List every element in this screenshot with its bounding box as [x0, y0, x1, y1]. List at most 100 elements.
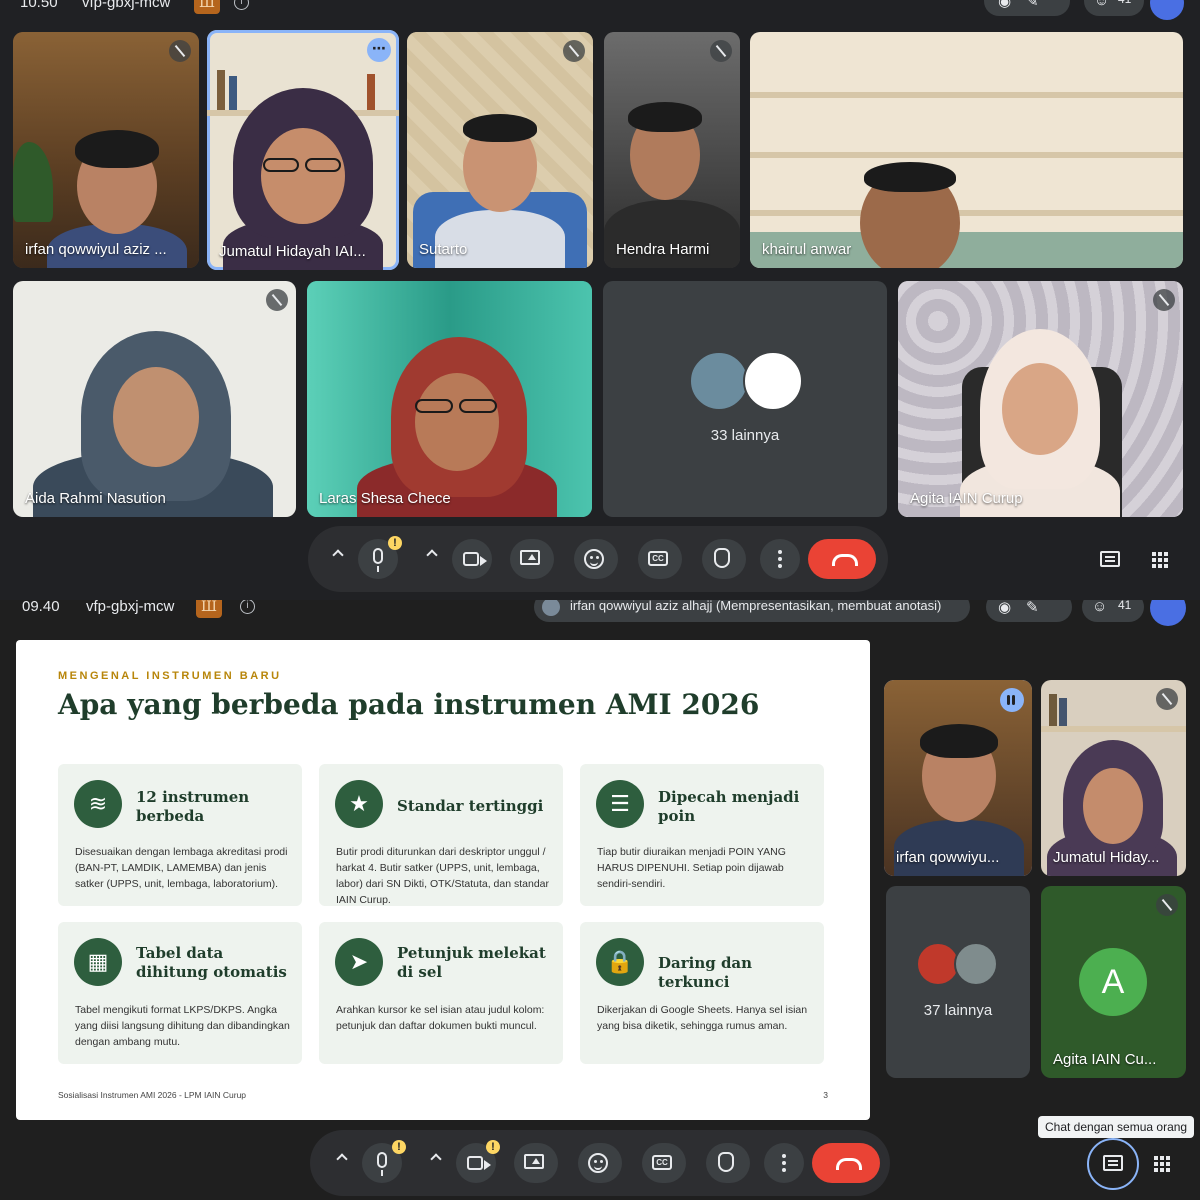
book-decor — [1059, 698, 1067, 726]
chat-button[interactable] — [1092, 542, 1128, 578]
cursor-icon: ➤ — [335, 938, 383, 986]
camera-button[interactable] — [452, 539, 492, 579]
apps-grid-icon — [1152, 552, 1156, 556]
audio-options-chevron-icon[interactable] — [332, 549, 344, 561]
recording-annotate-pill[interactable]: ◉ ✎ — [984, 0, 1070, 16]
muted-mic-icon — [1153, 289, 1175, 311]
present-icon — [520, 550, 540, 565]
captions-button[interactable]: CC — [642, 1143, 686, 1183]
participants-pill[interactable]: ☺ 41 — [1082, 600, 1144, 622]
participant-tile[interactable]: Sutarto — [407, 32, 593, 268]
captions-button[interactable]: CC — [638, 539, 682, 579]
present-screen-button[interactable] — [510, 539, 554, 579]
more-vert-icon — [782, 1154, 786, 1158]
end-call-button[interactable] — [812, 1143, 880, 1183]
more-participants-tile[interactable]: 33 lainnya — [603, 281, 887, 517]
top-meeting-screenshot: 10.50 vfp-gbxj-mcw Ш i ◉ ✎ ☺ 41 irfan qo… — [0, 0, 1200, 600]
book-decor — [367, 74, 375, 110]
participant-name: khairul anwar — [762, 241, 852, 258]
participant-tile[interactable]: A Agita IAIN Cu... — [1041, 886, 1186, 1078]
feature-card: ➤ Petunjuk melekat di sel Arahkan kursor… — [319, 922, 563, 1064]
bookshelf-decor — [1041, 726, 1186, 732]
chat-tooltip: Chat dengan semua orang — [1038, 1116, 1195, 1138]
participant-name: irfan qowwiyul aziz ... — [25, 241, 167, 258]
muted-mic-icon — [1156, 894, 1178, 916]
participant-name: Agita IAIN Curup — [910, 490, 1023, 507]
pen-fab-icon[interactable] — [1150, 0, 1184, 20]
microphone-icon — [373, 548, 383, 572]
presenter-status: irfan qowwiyul aziz alhajj (Mempresentas… — [570, 600, 942, 613]
more-options-button[interactable] — [764, 1143, 804, 1183]
more-participants-tile[interactable]: 37 lainnya — [886, 886, 1030, 1078]
raise-hand-button[interactable] — [702, 539, 746, 579]
presenter-avatar — [542, 600, 560, 616]
participant-tile[interactable]: Aida Rahmi Nasution — [13, 281, 296, 517]
slide-eyebrow: MENGENAL INSTRUMEN BARU — [58, 670, 282, 682]
participant-tile[interactable]: Hendra Harmi — [604, 32, 740, 268]
pen-fab-icon[interactable] — [1150, 600, 1186, 626]
meeting-controls: ! CC — [308, 526, 888, 592]
end-call-button[interactable] — [808, 539, 876, 579]
participant-name: Laras Shesa Chece — [319, 490, 451, 507]
participant-name: Jumatul Hidayah IAI... — [219, 243, 366, 260]
book-decor — [1049, 694, 1057, 726]
video-options-chevron-icon[interactable] — [430, 1153, 442, 1165]
apps-grid-icon — [1154, 1156, 1158, 1160]
more-participants-label: 33 lainnya — [710, 427, 780, 444]
participant-tile[interactable]: Laras Shesa Chece — [307, 281, 592, 517]
card-title: Petunjuk melekat di sel — [397, 944, 546, 981]
meeting-code: vfp-gbxj-mcw — [82, 0, 171, 11]
present-screen-button[interactable] — [514, 1143, 558, 1183]
captions-icon: CC — [652, 1155, 672, 1170]
lock-icon: 🔒 — [596, 938, 644, 986]
activities-button[interactable] — [1144, 1146, 1180, 1182]
feature-card: ☰ Dipecah menjadi poin Tiap butir diurai… — [580, 764, 824, 906]
info-icon[interactable]: i — [240, 600, 255, 614]
participant-tile[interactable]: Jumatul Hiday... — [1041, 680, 1186, 876]
muted-mic-icon — [1156, 688, 1178, 710]
info-icon[interactable]: i — [234, 0, 249, 10]
participant-tile[interactable]: Jumatul Hidayah IAI... ⋯ — [207, 30, 399, 270]
participant-tile[interactable]: irfan qowwiyu... — [884, 680, 1032, 876]
participant-name: Jumatul Hiday... — [1053, 849, 1160, 866]
participant-tile[interactable]: khairul anwar — [750, 32, 1183, 268]
participants-pill[interactable]: ☺ 41 — [1084, 0, 1144, 16]
participant-name: Agita IAIN Cu... — [1053, 1051, 1157, 1068]
meeting-code: vfp-gbxj-mcw — [86, 600, 175, 615]
avatar — [954, 942, 998, 986]
emoji-icon — [584, 549, 604, 569]
camera-icon — [463, 552, 487, 566]
recording-annotate-pill[interactable]: ◉ ✎ — [986, 600, 1072, 622]
reactions-button[interactable] — [574, 539, 618, 579]
bookshelf-decor — [750, 92, 1183, 98]
muted-mic-icon — [710, 40, 732, 62]
raise-hand-button[interactable] — [706, 1143, 750, 1183]
participant-name: irfan qowwiyu... — [896, 849, 1000, 866]
host-badge: Ш — [196, 600, 222, 618]
presenter-status-pill: irfan qowwiyul aziz alhajj (Mempresentas… — [534, 600, 970, 622]
reactions-button[interactable] — [578, 1143, 622, 1183]
video-options-chevron-icon[interactable] — [426, 549, 438, 561]
muted-mic-icon — [266, 289, 288, 311]
people-icon: ☺ — [1092, 600, 1108, 615]
more-options-icon[interactable]: ⋯ — [367, 38, 391, 62]
activities-button[interactable] — [1142, 542, 1178, 578]
card-body: Disesuaikan dengan lembaga akreditasi pr… — [75, 846, 288, 890]
feature-card: ▦ Tabel data dihitung otomatis Tabel men… — [58, 922, 302, 1064]
chat-button[interactable] — [1095, 1146, 1131, 1182]
card-body: Dikerjakan di Google Sheets. Hanya sel i… — [597, 1004, 808, 1032]
participant-tile[interactable]: irfan qowwiyul aziz ... — [13, 32, 199, 268]
card-title: Daring dan terkunci — [658, 954, 753, 991]
host-badge: Ш — [194, 0, 220, 14]
participant-tile[interactable]: Agita IAIN Curup — [898, 281, 1183, 517]
warning-icon: ! — [392, 1140, 406, 1154]
muted-mic-icon — [169, 40, 191, 62]
audio-options-chevron-icon[interactable] — [336, 1153, 348, 1165]
slide-footer: Sosialisasi Instrumen AMI 2026 - LPM IAI… — [58, 1090, 247, 1100]
card-title: Tabel data dihitung otomatis — [136, 944, 287, 981]
more-options-button[interactable] — [760, 539, 800, 579]
feature-card: ≋ 12 instrumen berbeda Disesuaikan denga… — [58, 764, 302, 906]
avatar — [743, 351, 803, 411]
feature-card: 🔒 Daring dan terkunci Dikerjakan di Goog… — [580, 922, 824, 1064]
card-body: Tiap butir diuraikan menjadi POIN YANG H… — [597, 846, 786, 890]
